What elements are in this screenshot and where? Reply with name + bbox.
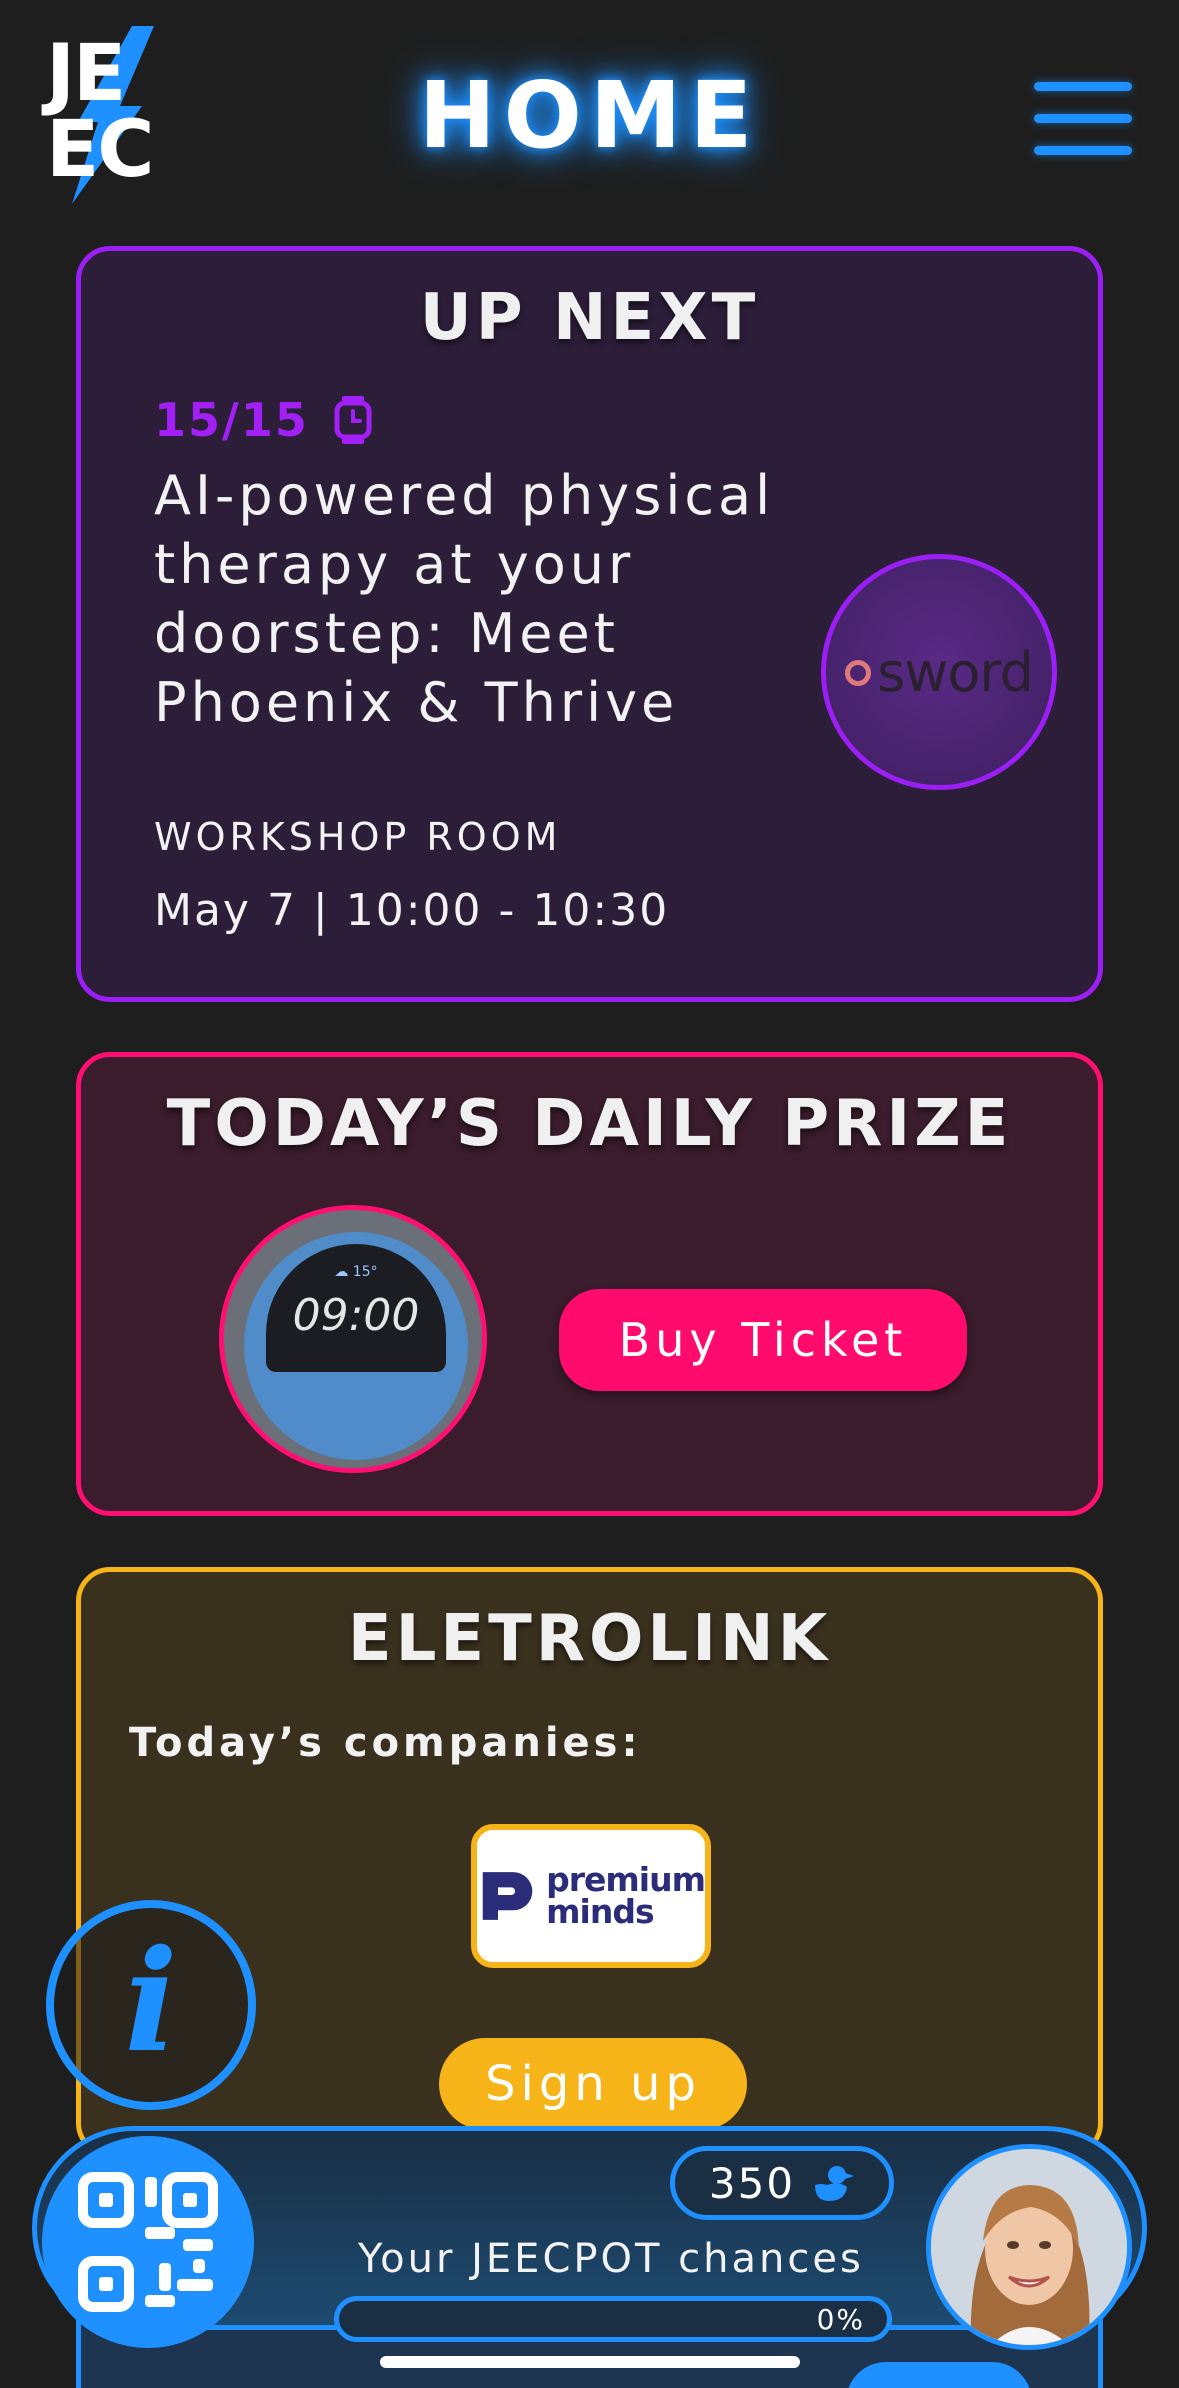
duck-icon — [815, 2166, 855, 2201]
jeecpot-label: Your JEECPOT chances — [358, 2236, 864, 2282]
hamburger-icon — [1034, 82, 1132, 91]
buy-ticket-button[interactable]: Buy Ticket — [559, 1289, 967, 1391]
talk-title: AI-powered physical therapy at your door… — [154, 464, 775, 734]
talk-date: May 7 | 10:00 - 10:30 — [154, 885, 670, 936]
watch-icon — [334, 396, 372, 444]
smart-clock-device: ☁ 15° 09:00 — [244, 1232, 468, 1460]
points-value: 350 — [708, 2158, 796, 2208]
prize-temp: ☁ 15° — [334, 1264, 378, 1280]
sign-up-button[interactable]: Sign up — [439, 2038, 747, 2130]
menu-button[interactable] — [1034, 82, 1132, 158]
jeecpot-progress-bar: 0% — [334, 2296, 892, 2342]
avatar-photo — [931, 2149, 1127, 2345]
company-name: premium minds — [546, 1860, 706, 1931]
info-button[interactable]: i — [46, 1900, 256, 2110]
up-next-card[interactable]: UP NEXT 15/15 AI-powered physical therap… — [76, 246, 1103, 1002]
speaker-company-logo: sword — [821, 554, 1057, 790]
prize-clock: 09:00 — [292, 1290, 420, 1341]
premium-minds-logo-icon — [482, 1872, 533, 1920]
qr-code-button[interactable] — [42, 2136, 254, 2348]
sword-logo-mark-icon — [845, 660, 872, 686]
page-title: HOME — [418, 62, 761, 169]
company-logo-premium-minds[interactable]: premium minds — [471, 1824, 711, 1968]
next-section-button-peek — [846, 2362, 1032, 2388]
points-badge[interactable]: 350 — [670, 2146, 894, 2220]
info-icon: i — [124, 1920, 178, 2084]
eletrolink-title: ELETROLINK — [347, 1602, 832, 1676]
daily-prize-title: TODAY’S DAILY PRIZE — [166, 1087, 1013, 1161]
qr-code-icon — [78, 2172, 218, 2312]
companies-label: Today’s companies: — [129, 1720, 642, 1766]
talk-room: WORKSHOP ROOM — [154, 815, 562, 859]
prize-image: ☁ 15° 09:00 — [219, 1205, 487, 1473]
daily-prize-card: TODAY’S DAILY PRIZE ☁ 15° 09:00 Buy Tick… — [76, 1052, 1103, 1516]
smart-clock-screen: ☁ 15° 09:00 — [266, 1244, 446, 1372]
home-indicator — [380, 2356, 800, 2368]
progress-percent: 0% — [816, 2303, 865, 2336]
time-label: 15/15 — [154, 393, 309, 447]
up-next-title: UP NEXT — [419, 281, 760, 355]
user-avatar[interactable] — [926, 2144, 1132, 2350]
time-row: 15/15 — [154, 393, 373, 447]
speaker-logo-text: sword — [877, 640, 1034, 704]
